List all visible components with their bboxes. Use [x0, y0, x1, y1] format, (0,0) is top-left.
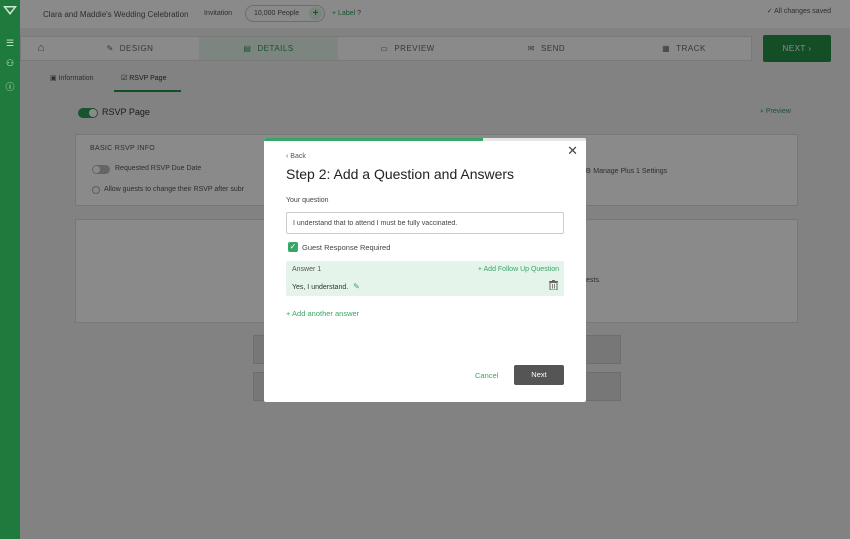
add-another-answer-button[interactable]: + Add another answer [286, 309, 359, 318]
trash-icon[interactable] [549, 280, 558, 290]
pencil-icon[interactable]: ✎ [353, 282, 360, 291]
help-icon[interactable]: ⓘ [4, 80, 16, 93]
modal-title: Step 2: Add a Question and Answers [286, 166, 515, 182]
answer-card: Answer 1 + Add Follow Up Question Yes, I… [286, 261, 564, 296]
next-button[interactable]: Next [514, 365, 564, 385]
cancel-button[interactable]: Cancel [475, 371, 498, 380]
question-input[interactable] [286, 212, 564, 234]
progress-fill [264, 138, 483, 141]
required-label: Guest Response Required [302, 243, 391, 252]
step-progress-bar [264, 138, 586, 141]
users-icon[interactable]: ⚇ [4, 58, 16, 69]
left-rail: ☰ ⚇ ⓘ [0, 0, 20, 539]
close-icon[interactable]: ✕ [567, 144, 578, 157]
logo-icon[interactable] [3, 6, 17, 16]
menu-icon[interactable]: ☰ [4, 38, 16, 49]
add-follow-up-button[interactable]: + Add Follow Up Question [478, 266, 559, 273]
answer-label: Answer 1 [292, 266, 322, 273]
answer-value: Yes, I understand. ✎ [292, 282, 360, 291]
add-question-modal: ✕ ‹ Back Step 2: Add a Question and Answ… [264, 138, 586, 402]
back-link[interactable]: ‹ Back [286, 153, 306, 160]
required-checkbox[interactable]: ✓ [288, 242, 298, 252]
question-label: Your question [286, 197, 329, 204]
